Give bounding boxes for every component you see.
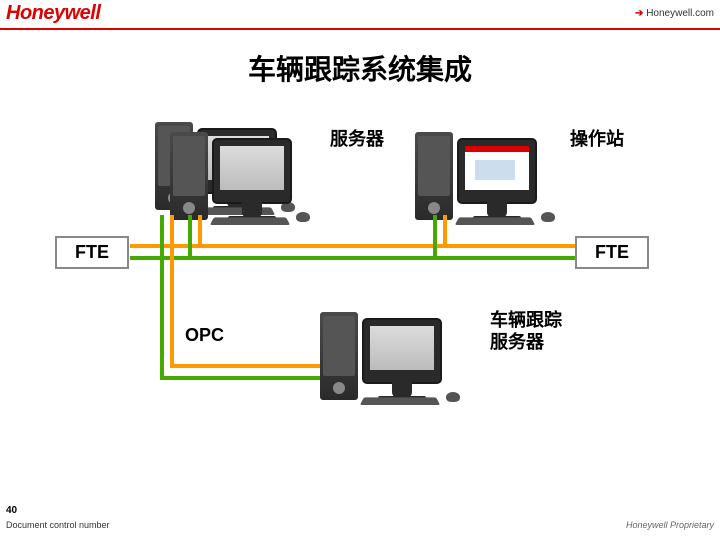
opc-green-horiz <box>160 376 340 380</box>
tracking-label: 车辆跟踪 服务器 <box>490 310 562 353</box>
opc-label: OPC <box>185 325 224 346</box>
station-computer <box>415 110 565 220</box>
page-number: 40 <box>6 505 17 516</box>
diagram-canvas: 服务器 操作站 FTE FTE OPC 车辆跟踪 服务器 <box>0 80 720 500</box>
server-computer <box>170 110 320 220</box>
proprietary-note: Honeywell Proprietary <box>626 520 714 530</box>
site-link-text: Honeywell.com <box>646 8 714 19</box>
doc-control: Document control number <box>6 520 110 530</box>
fte-right-box: FTE <box>575 236 649 269</box>
fte-bus-orange <box>130 244 575 248</box>
server-label: 服务器 <box>330 125 384 151</box>
header-bar: Honeywell ➔ Honeywell.com <box>0 0 720 30</box>
server-drop-green <box>188 215 192 260</box>
opc-green-vert1 <box>160 215 164 380</box>
tracking-label-l1: 车辆跟踪 <box>490 310 562 330</box>
station-drop-green <box>433 215 437 260</box>
opc-orange-vert1 <box>170 215 174 368</box>
station-drop-orange <box>443 215 447 248</box>
server-drop-orange <box>198 215 202 248</box>
tracking-server-computer <box>320 290 470 400</box>
brand-logo: Honeywell <box>6 2 100 25</box>
tracking-label-l2: 服务器 <box>490 332 544 352</box>
site-link[interactable]: ➔ Honeywell.com <box>635 8 714 19</box>
station-label: 操作站 <box>570 125 624 151</box>
fte-left-box: FTE <box>55 236 129 269</box>
fte-bus-green <box>130 256 575 260</box>
arrow-right-icon: ➔ <box>635 8 643 19</box>
